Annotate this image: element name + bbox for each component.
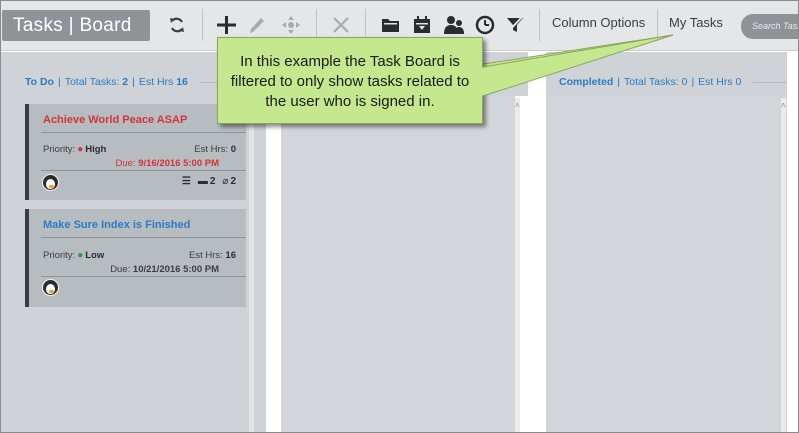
est-hrs-label: Est Hrs bbox=[698, 76, 733, 88]
priority: Priority: ● High bbox=[43, 144, 106, 155]
column-title[interactable]: To Do bbox=[25, 76, 54, 88]
scrollbar[interactable] bbox=[249, 98, 254, 432]
refresh-icon bbox=[170, 17, 184, 33]
clear-filter-button[interactable] bbox=[499, 9, 531, 41]
toolbar-separator bbox=[539, 9, 540, 41]
page-title: Tasks | Board bbox=[2, 10, 150, 41]
priority-dot-icon: ● bbox=[77, 144, 84, 155]
est-hrs-value: 0 bbox=[230, 144, 236, 155]
filter-clear-icon bbox=[507, 16, 523, 33]
paperclip-icon: ⌀ bbox=[222, 176, 229, 187]
due-value: 10/21/2016 5:00 PM bbox=[132, 264, 219, 275]
comment-icon: ▬ bbox=[197, 176, 208, 187]
est-hrs-value: 16 bbox=[225, 250, 236, 261]
comments-indicator[interactable]: ▬ 2 bbox=[198, 176, 216, 187]
divider: | bbox=[57, 76, 61, 88]
comments-count: 2 bbox=[209, 176, 216, 187]
divider: | bbox=[691, 76, 695, 88]
card-divider bbox=[41, 170, 246, 171]
est-hrs-value: 16 bbox=[176, 76, 188, 88]
refresh-button[interactable] bbox=[161, 9, 193, 41]
due-value: 9/16/2016 5:00 PM bbox=[138, 158, 219, 169]
column-header-rule bbox=[199, 82, 217, 83]
column-header-to-do: To Do | Total Tasks: 2 | Est Hrs 16 bbox=[25, 76, 188, 88]
priority-value: High bbox=[85, 144, 107, 155]
avatar[interactable] bbox=[42, 279, 59, 296]
due-date: Due: 9/16/2016 5:00 PM bbox=[115, 158, 219, 169]
checklist-icon[interactable]: ☰ bbox=[182, 176, 191, 187]
est-hrs: Est Hrs: 16 bbox=[189, 250, 236, 261]
task-title[interactable]: Achieve World Peace ASAP bbox=[43, 114, 187, 126]
card-divider bbox=[41, 237, 246, 238]
due-label: Due: bbox=[110, 264, 131, 275]
folder-icon bbox=[382, 19, 399, 32]
column-gap bbox=[528, 52, 546, 432]
avatar[interactable] bbox=[42, 174, 59, 191]
attachments-count: 2 bbox=[230, 176, 236, 187]
calendar-icon bbox=[414, 16, 430, 33]
attachments-indicator[interactable]: ⌀ 2 bbox=[222, 176, 236, 187]
clock-icon bbox=[475, 15, 495, 35]
task-card[interactable]: Achieve World Peace ASAP Priority: ● High … bbox=[25, 104, 246, 200]
est-hrs-label: Est Hrs: bbox=[189, 250, 223, 261]
column-body-in-progress bbox=[281, 96, 515, 432]
callout-note: In this example the Task Board is filter… bbox=[217, 37, 483, 124]
move-icon bbox=[282, 16, 300, 34]
est-hrs-label: Est Hrs bbox=[138, 76, 174, 88]
column-gap bbox=[787, 52, 798, 432]
est-hrs-label: Est Hrs: bbox=[194, 144, 229, 155]
pencil-icon bbox=[250, 18, 264, 33]
priority-dot-icon: ● bbox=[77, 250, 84, 261]
total-tasks-count: 0 bbox=[681, 76, 688, 88]
card-divider bbox=[41, 132, 246, 133]
card-indicators: ☰ ▬ 2 ⌀ 2 bbox=[182, 176, 236, 187]
plus-icon bbox=[217, 16, 236, 34]
task-card[interactable]: Make Sure Index is Finished Priority: ● Lo… bbox=[25, 209, 246, 307]
users-icon bbox=[444, 16, 464, 34]
priority-value: Low bbox=[85, 250, 105, 261]
priority: Priority: ● Low bbox=[43, 250, 104, 261]
total-tasks-count: 2 bbox=[122, 76, 129, 88]
task-title[interactable]: Make Sure Index is Finished bbox=[43, 219, 190, 231]
column-header-completed: Completed | Total Tasks: 0 | Est Hrs 0 bbox=[559, 76, 741, 88]
priority-label: Priority: bbox=[43, 144, 76, 155]
est-hrs: Est Hrs: 0 bbox=[194, 144, 236, 155]
scroll-up-icon[interactable]: ˄ bbox=[515, 101, 523, 110]
toolbar-separator bbox=[657, 9, 658, 41]
divider: | bbox=[617, 76, 620, 88]
column-title[interactable]: Completed bbox=[559, 76, 613, 88]
search-input[interactable]: Search Tasks bbox=[741, 14, 798, 39]
my-tasks-button[interactable]: My Tasks bbox=[669, 15, 723, 30]
close-icon bbox=[333, 17, 349, 33]
priority-label: Priority: bbox=[43, 250, 76, 261]
divider: | bbox=[132, 76, 135, 88]
card-divider bbox=[41, 276, 246, 277]
column-body-completed bbox=[547, 96, 781, 432]
due-date: Due: 10/21/2016 5:00 PM bbox=[110, 264, 219, 275]
total-tasks-label: Total Tasks: bbox=[64, 76, 120, 88]
scrollbar[interactable] bbox=[781, 98, 786, 432]
total-tasks-label: Total Tasks: bbox=[624, 76, 679, 88]
column-header-rule bbox=[753, 82, 789, 83]
due-label: Due: bbox=[115, 158, 136, 169]
scrollbar[interactable] bbox=[515, 98, 520, 432]
column-options-button[interactable]: Column Options bbox=[552, 15, 645, 30]
task-board-window: Tasks | Board Column Options My Tasks Se… bbox=[0, 0, 799, 433]
toolbar-separator bbox=[202, 9, 203, 41]
est-hrs-value: 0 bbox=[735, 76, 742, 88]
